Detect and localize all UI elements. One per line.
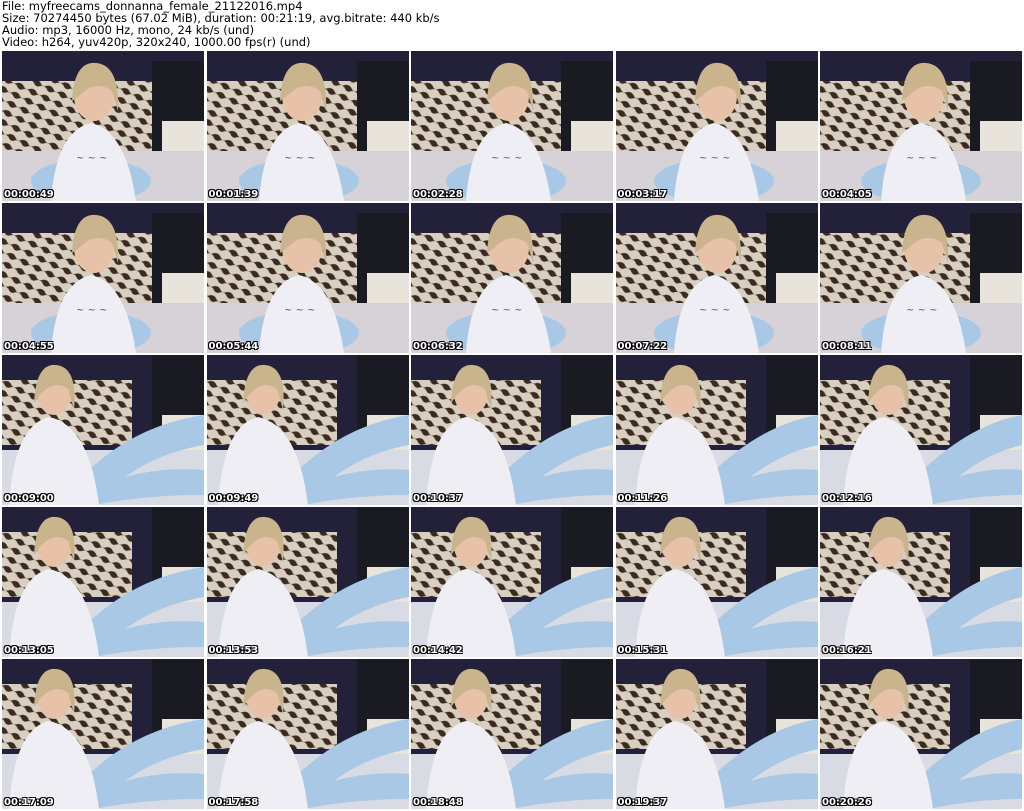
video-frame-thumbnail: 00:17:58 bbox=[206, 659, 409, 809]
frame-timestamp: 00:16:21 bbox=[822, 645, 872, 656]
frame-timestamp: 00:15:31 bbox=[617, 645, 668, 656]
frame-timestamp: 00:00:49 bbox=[4, 189, 54, 200]
frame-image bbox=[411, 659, 613, 809]
frame-image bbox=[2, 507, 204, 657]
frame-image bbox=[820, 659, 1022, 809]
frame-timestamp: 00:08:11 bbox=[822, 341, 872, 352]
video-frame-thumbnail: 00:20:26 bbox=[820, 659, 1022, 809]
frame-image bbox=[615, 659, 818, 809]
video-frame-thumbnail: ~ ~ ~ 00:04:05 bbox=[820, 51, 1022, 201]
video-frame-thumbnail: ~ ~ ~ 00:01:39 bbox=[206, 51, 409, 201]
video-frame-thumbnail: 00:09:49 bbox=[206, 355, 409, 505]
frame-image bbox=[206, 507, 409, 657]
frame-timestamp: 00:17:09 bbox=[4, 797, 54, 808]
frame-image: ~ ~ ~ bbox=[2, 203, 204, 353]
frame-image bbox=[206, 355, 409, 505]
svg-text:~ ~ ~: ~ ~ ~ bbox=[906, 153, 938, 164]
frame-timestamp: 00:07:22 bbox=[617, 341, 668, 352]
frame-timestamp: 00:01:39 bbox=[208, 189, 259, 200]
video-frame-thumbnail: 00:18:48 bbox=[411, 659, 613, 809]
video-frame-thumbnail: 00:13:53 bbox=[206, 507, 409, 657]
frame-timestamp: 00:03:17 bbox=[617, 189, 668, 200]
frame-timestamp: 00:18:48 bbox=[413, 797, 463, 808]
frame-timestamp: 00:19:37 bbox=[617, 797, 668, 808]
frame-timestamp: 00:04:05 bbox=[822, 189, 872, 200]
frame-image: ~ ~ ~ bbox=[206, 203, 409, 353]
video-frame-thumbnail: ~ ~ ~ 00:06:32 bbox=[411, 203, 613, 353]
svg-text:~ ~ ~: ~ ~ ~ bbox=[699, 305, 731, 316]
video-frame-thumbnail: 00:10:37 bbox=[411, 355, 613, 505]
frame-timestamp: 00:13:05 bbox=[4, 645, 54, 656]
frame-image: ~ ~ ~ bbox=[2, 51, 204, 201]
frame-timestamp: 00:12:16 bbox=[822, 493, 872, 504]
video-frame-thumbnail: ~ ~ ~ 00:05:44 bbox=[206, 203, 409, 353]
svg-text:~ ~ ~: ~ ~ ~ bbox=[491, 305, 523, 316]
frame-timestamp: 00:04:55 bbox=[4, 341, 54, 352]
frame-timestamp: 00:14:42 bbox=[413, 645, 463, 656]
frame-timestamp: 00:02:28 bbox=[413, 189, 463, 200]
video-frame-thumbnail: 00:12:16 bbox=[820, 355, 1022, 505]
frame-image bbox=[820, 355, 1022, 505]
video-frame-thumbnail: ~ ~ ~ 00:02:28 bbox=[411, 51, 613, 201]
frame-timestamp: 00:20:26 bbox=[822, 797, 872, 808]
frame-image: ~ ~ ~ bbox=[206, 51, 409, 201]
video-frame-thumbnail: ~ ~ ~ 00:08:11 bbox=[820, 203, 1022, 353]
video-frame-thumbnail: ~ ~ ~ 00:04:55 bbox=[2, 203, 204, 353]
svg-text:~ ~ ~: ~ ~ ~ bbox=[76, 153, 108, 164]
frame-timestamp: 00:13:53 bbox=[208, 645, 259, 656]
frame-timestamp: 00:06:32 bbox=[413, 341, 463, 352]
video-frame-thumbnail: 00:15:31 bbox=[615, 507, 818, 657]
thumbnail-grid: ~ ~ ~00:00:49 ~ ~ ~00:01:39 ~ ~ ~00:02:28 ~… bbox=[2, 51, 1022, 809]
video-frame-thumbnail: 00:09:00 bbox=[2, 355, 204, 505]
video-frame-thumbnail: 00:11:26 bbox=[615, 355, 818, 505]
svg-text:~ ~ ~: ~ ~ ~ bbox=[284, 305, 316, 316]
frame-image bbox=[615, 507, 818, 657]
svg-text:~ ~ ~: ~ ~ ~ bbox=[906, 305, 938, 316]
frame-image: ~ ~ ~ bbox=[820, 51, 1022, 201]
frame-image bbox=[820, 507, 1022, 657]
frame-image bbox=[411, 507, 613, 657]
video-frame-thumbnail: 00:17:09 bbox=[2, 659, 204, 809]
video-frame-thumbnail: ~ ~ ~ 00:00:49 bbox=[2, 51, 204, 201]
frame-image bbox=[615, 355, 818, 505]
video-frame-thumbnail: 00:19:37 bbox=[615, 659, 818, 809]
svg-text:~ ~ ~: ~ ~ ~ bbox=[491, 153, 523, 164]
svg-text:~ ~ ~: ~ ~ ~ bbox=[76, 305, 108, 316]
frame-image: ~ ~ ~ bbox=[411, 203, 613, 353]
frame-timestamp: 00:09:49 bbox=[208, 493, 259, 504]
frame-image: ~ ~ ~ bbox=[411, 51, 613, 201]
video-frame-thumbnail: 00:16:21 bbox=[820, 507, 1022, 657]
video-frame-thumbnail: 00:14:42 bbox=[411, 507, 613, 657]
svg-text:~ ~ ~: ~ ~ ~ bbox=[699, 153, 731, 164]
frame-image: ~ ~ ~ bbox=[820, 203, 1022, 353]
frame-image: ~ ~ ~ bbox=[615, 51, 818, 201]
video-frame-thumbnail: ~ ~ ~ 00:03:17 bbox=[615, 51, 818, 201]
frame-image bbox=[2, 659, 204, 809]
frame-image bbox=[206, 659, 409, 809]
frame-timestamp: 00:05:44 bbox=[208, 341, 259, 352]
frame-timestamp: 00:11:26 bbox=[617, 493, 668, 504]
video-info-line: Video: h264, yuv420p, 320x240, 1000.00 f… bbox=[2, 35, 311, 49]
info-header: File: myfreecams_donnanna_female_2112201… bbox=[2, 0, 1022, 50]
svg-text:~ ~ ~: ~ ~ ~ bbox=[284, 153, 316, 164]
video-frame-thumbnail: 00:13:05 bbox=[2, 507, 204, 657]
frame-image bbox=[411, 355, 613, 505]
video-frame-thumbnail: ~ ~ ~ 00:07:22 bbox=[615, 203, 818, 353]
frame-image bbox=[2, 355, 204, 505]
frame-timestamp: 00:09:00 bbox=[4, 493, 54, 504]
frame-timestamp: 00:10:37 bbox=[413, 493, 463, 504]
frame-timestamp: 00:17:58 bbox=[208, 797, 259, 808]
frame-image: ~ ~ ~ bbox=[615, 203, 818, 353]
